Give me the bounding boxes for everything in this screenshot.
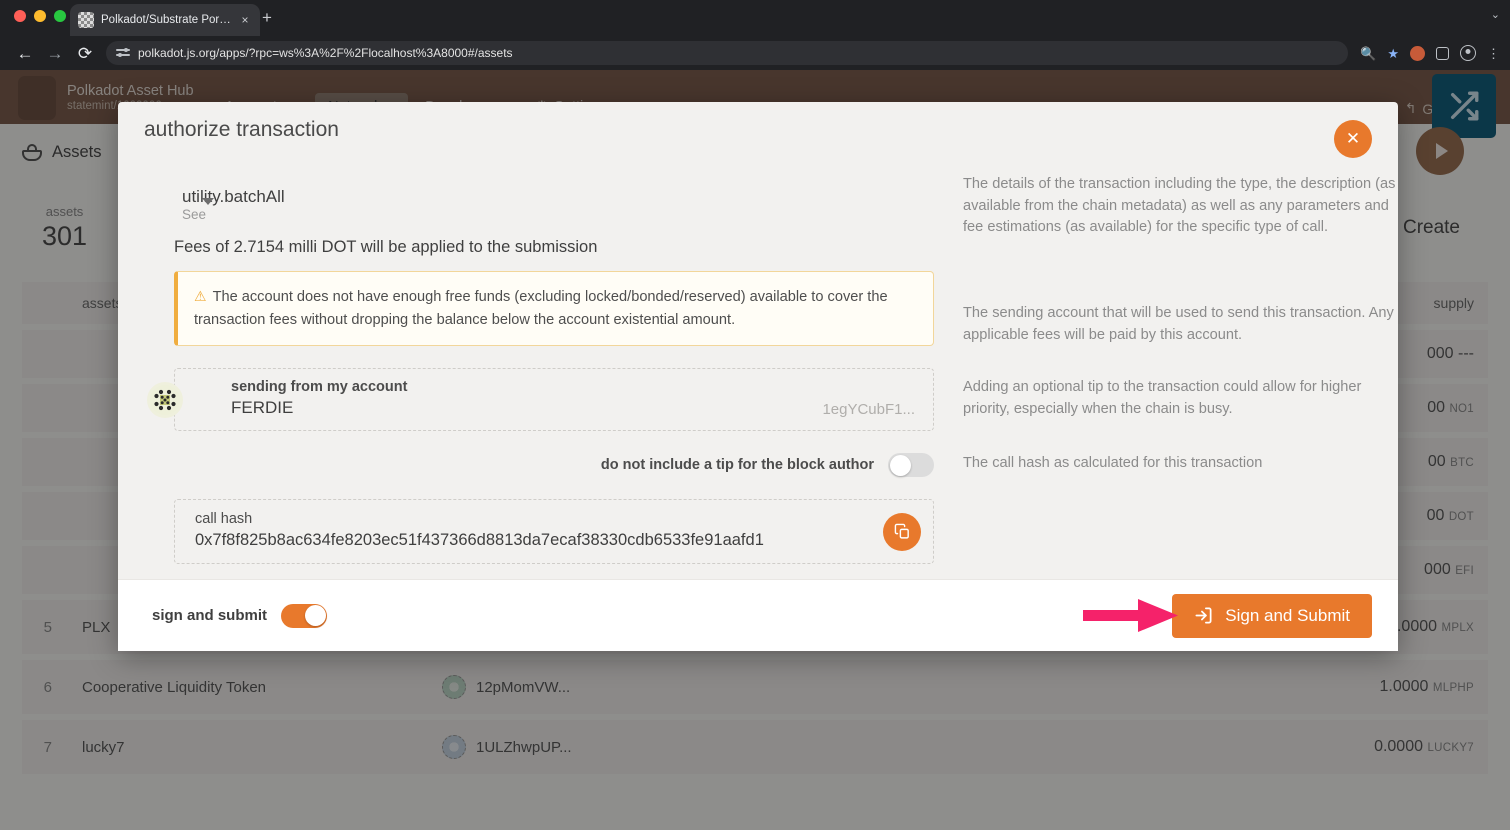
tip-label: do not include a tip for the block autho… xyxy=(601,457,874,473)
hint-transaction-details: The details of the transaction including… xyxy=(963,174,1398,239)
hint-call-hash: The call hash as calculated for this tra… xyxy=(963,453,1262,475)
warning-icon: ⚠ xyxy=(194,288,207,304)
sender-address: 1egYCubF1... xyxy=(822,401,915,418)
profile-avatar-icon[interactable] xyxy=(1460,45,1476,61)
reload-button[interactable]: ⟳ xyxy=(70,45,100,62)
new-tab-button[interactable]: + xyxy=(262,9,272,26)
bookmark-star-icon[interactable]: ★ xyxy=(1387,47,1399,60)
address-bar-url: polkadot.js.org/apps/?rpc=ws%3A%2F%2Floc… xyxy=(138,46,513,60)
call-summary[interactable]: utility.batchAll See xyxy=(144,186,937,222)
hint-sending-account: The sending account that will be used to… xyxy=(963,303,1398,346)
browser-chrome: Polkadot/Substrate Portal × + ← → ⟳ polk… xyxy=(0,0,1510,70)
extension-icon[interactable] xyxy=(1410,46,1425,61)
modal-right-column: The details of the transaction including… xyxy=(963,174,1398,579)
call-hash-label: call hash xyxy=(195,511,863,527)
sign-in-icon xyxy=(1194,606,1213,625)
split-view-icon[interactable] xyxy=(1436,47,1449,60)
sign-and-submit-label: sign and submit xyxy=(152,607,267,624)
submit-label: Sign and Submit xyxy=(1225,606,1350,626)
sign-and-submit-button[interactable]: Sign and Submit xyxy=(1172,594,1372,638)
browser-menu-icon[interactable]: ⋮ xyxy=(1487,47,1500,60)
modal-left-column: utility.batchAll See Fees of 2.7154 mill… xyxy=(118,174,963,579)
fees-text: Fees of 2.7154 milli DOT will be applied… xyxy=(174,238,937,257)
tip-row: do not include a tip for the block autho… xyxy=(174,453,934,477)
modal-body: utility.batchAll See Fees of 2.7154 mill… xyxy=(118,174,1398,579)
screen-root: Polkadot/Substrate Portal × + ← → ⟳ polk… xyxy=(0,0,1510,830)
zoom-icon[interactable]: 🔍 xyxy=(1360,47,1376,60)
modal-footer: sign and submit Sign and Submit xyxy=(118,579,1398,651)
toggle-knob xyxy=(890,455,911,476)
sender-label: sending from my account xyxy=(231,379,917,395)
forward-button[interactable]: → xyxy=(40,45,70,62)
close-window-button[interactable] xyxy=(14,10,26,22)
call-hash-value: 0x7f8f825b8ac634fe8203ec51f437366d8813da… xyxy=(195,531,863,550)
call-hash-field: call hash 0x7f8f825b8ac634fe8203ec51f437… xyxy=(174,499,934,564)
back-button[interactable]: ← xyxy=(10,45,40,62)
tip-toggle[interactable] xyxy=(888,453,934,477)
sender-identicon xyxy=(147,382,183,418)
sign-and-submit-toggle[interactable] xyxy=(281,604,327,628)
address-bar[interactable]: polkadot.js.org/apps/?rpc=ws%3A%2F%2Floc… xyxy=(106,41,1348,65)
sender-account-field[interactable]: sending from my account FERDIE 1egYCubF1… xyxy=(174,368,934,431)
browser-toolbar: ← → ⟳ polkadot.js.org/apps/?rpc=ws%3A%2F… xyxy=(0,36,1510,70)
window-controls[interactable] xyxy=(14,10,66,22)
favicon-icon xyxy=(78,12,94,28)
toolbar-actions: 🔍 ★ ⋮ xyxy=(1354,45,1500,61)
site-settings-icon[interactable] xyxy=(116,46,130,60)
tab-title: Polkadot/Substrate Portal xyxy=(101,14,231,26)
browser-tab[interactable]: Polkadot/Substrate Portal × xyxy=(70,4,260,36)
authorize-transaction-modal: authorize transaction ✕ utility.batchAll… xyxy=(118,102,1398,651)
warning-text: The account does not have enough free fu… xyxy=(194,289,888,328)
annotation-arrow xyxy=(1083,595,1178,635)
close-modal-button[interactable]: ✕ xyxy=(1334,120,1372,158)
call-sub: See xyxy=(182,207,285,222)
sender-value: FERDIE xyxy=(231,398,917,418)
chevron-down-icon[interactable] xyxy=(202,198,214,205)
close-icon: ✕ xyxy=(1346,129,1360,149)
toggle-knob xyxy=(305,605,326,626)
tab-strip: Polkadot/Substrate Portal × + xyxy=(0,0,1510,36)
minimize-window-button[interactable] xyxy=(34,10,46,22)
maximize-window-button[interactable] xyxy=(54,10,66,22)
close-tab-icon[interactable]: × xyxy=(238,13,252,27)
hint-tip: Adding an optional tip to the transactio… xyxy=(963,377,1398,420)
tab-overflow-icon[interactable]: ⌄ xyxy=(1491,8,1500,21)
insufficient-funds-warning: ⚠The account does not have enough free f… xyxy=(174,271,934,346)
modal-title: authorize transaction xyxy=(144,118,339,142)
copy-call-hash-button[interactable] xyxy=(883,513,921,551)
copy-icon xyxy=(894,523,911,540)
identicon-icon xyxy=(150,385,180,415)
call-name: utility.batchAll xyxy=(182,186,285,207)
